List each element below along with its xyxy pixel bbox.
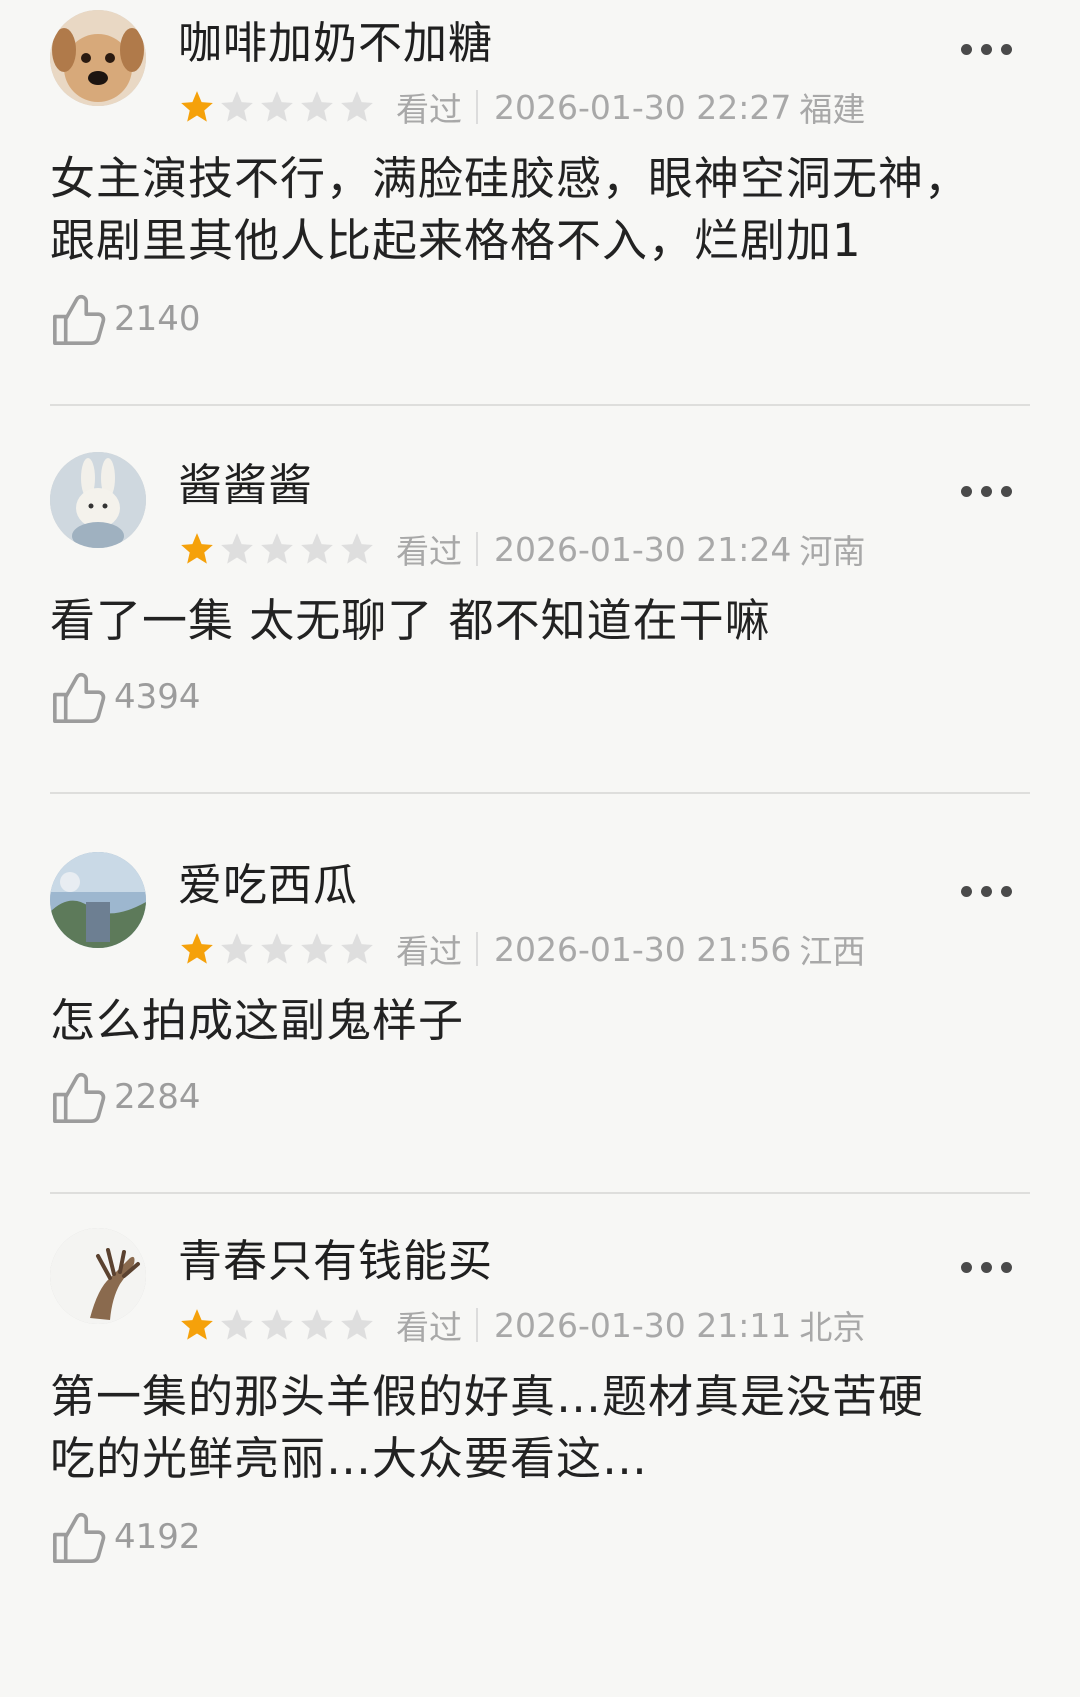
star-filled-icon [181, 533, 213, 564]
star-empty-icon [301, 91, 333, 122]
review-location: 福建 [799, 90, 866, 129]
review-location: 江西 [799, 932, 866, 971]
meta-divider [476, 90, 478, 124]
more-options-icon[interactable] [961, 44, 1012, 55]
star-rating [178, 530, 376, 568]
more-options-icon[interactable] [961, 886, 1012, 897]
review-comment: 看了一集 太无聊了 都不知道在干嘛 [50, 590, 1030, 652]
star-empty-icon [341, 1309, 373, 1340]
star-empty-icon [301, 1309, 333, 1340]
star-empty-icon [221, 91, 253, 122]
like-button[interactable]: 2284 [50, 1068, 201, 1126]
star-rating [178, 88, 376, 126]
review-meta: 看过 2026-01-30 21:11 北京 [178, 1300, 865, 1350]
star-empty-icon [261, 91, 293, 122]
star-empty-icon [261, 933, 293, 964]
review-datetime: 2026-01-30 21:11 [494, 1305, 792, 1345]
username[interactable]: 爱吃西瓜 [178, 856, 358, 916]
watched-label: 看过 [396, 1308, 462, 1347]
like-button[interactable]: 4192 [50, 1508, 201, 1566]
username[interactable]: 酱酱酱 [178, 456, 313, 516]
comment-line: 女主演技不行，满脸硅胶感，眼神空洞无神， [50, 152, 971, 205]
star-empty-icon [301, 933, 333, 964]
star-empty-icon [261, 1309, 293, 1340]
like-count: 2284 [114, 1077, 201, 1117]
review-comment: 第一集的那头羊假的好真…题材真是没苦硬 吃的光鲜亮丽…大众要看这… [50, 1366, 1030, 1490]
star-filled-icon [181, 1309, 213, 1340]
like-button[interactable]: 4394 [50, 668, 201, 726]
star-filled-icon [181, 933, 213, 964]
review-meta: 看过 2026-01-30 21:56 江西 [178, 924, 865, 974]
review-card: 酱酱酱 看过 2026-01-30 21:24 河南 看了一集 太无聊了 都不知… [50, 442, 1030, 848]
comment-line: 吃的光鲜亮丽…大众要看这… [50, 1432, 649, 1485]
review-card: 爱吃西瓜 看过 2026-01-30 21:56 江西 怎么拍成这副鬼样子 22… [50, 842, 1030, 1218]
meta-divider [476, 932, 478, 966]
thumbs-up-icon [53, 672, 106, 723]
star-filled-icon [181, 91, 213, 122]
star-empty-icon [341, 91, 373, 122]
divider [50, 404, 1030, 406]
thumbs-up-icon [53, 1512, 106, 1563]
avatar[interactable] [50, 1228, 146, 1324]
avatar[interactable] [50, 852, 146, 948]
comment-line: 跟剧里其他人比起来格格不入，烂剧加1 [50, 214, 862, 267]
review-card: 青春只有钱能买 看过 2026-01-30 21:11 北京 第一集的那头羊假的… [50, 1218, 1030, 1658]
avatar[interactable] [50, 452, 146, 548]
thumbs-up-icon [53, 294, 106, 345]
comment-line: 第一集的那头羊假的好真…题材真是没苦硬 [50, 1370, 925, 1423]
star-empty-icon [221, 1309, 253, 1340]
review-feed: 咖啡加奶不加糖 看过 2026-01-30 22:27 福建 女主演技不行，满脸… [0, 0, 1080, 1697]
comment-line: 看了一集 太无聊了 都不知道在干嘛 [50, 594, 771, 647]
divider [50, 792, 1030, 794]
more-options-icon[interactable] [961, 1262, 1012, 1273]
star-empty-icon [301, 533, 333, 564]
meta-divider [476, 532, 478, 566]
avatar[interactable] [50, 10, 146, 106]
star-empty-icon [221, 533, 253, 564]
like-button[interactable]: 2140 [50, 290, 201, 348]
review-card: 咖啡加奶不加糖 看过 2026-01-30 22:27 福建 女主演技不行，满脸… [50, 0, 1030, 420]
like-count: 4192 [114, 1517, 201, 1557]
more-options-icon[interactable] [961, 486, 1012, 497]
review-comment: 女主演技不行，满脸硅胶感，眼神空洞无神， 跟剧里其他人比起来格格不入，烂剧加1 [50, 148, 1030, 272]
review-comment: 怎么拍成这副鬼样子 [50, 990, 1030, 1052]
review-meta: 看过 2026-01-30 21:24 河南 [178, 524, 865, 574]
star-empty-icon [341, 933, 373, 964]
star-empty-icon [341, 533, 373, 564]
watched-label: 看过 [396, 932, 462, 971]
watched-label: 看过 [396, 532, 462, 571]
like-count: 2140 [114, 299, 201, 339]
review-datetime: 2026-01-30 21:56 [494, 929, 792, 969]
meta-divider [476, 1308, 478, 1342]
star-rating [178, 1306, 376, 1344]
star-empty-icon [261, 533, 293, 564]
review-meta: 看过 2026-01-30 22:27 福建 [178, 82, 865, 132]
watched-label: 看过 [396, 90, 462, 129]
star-empty-icon [221, 933, 253, 964]
comment-line: 怎么拍成这副鬼样子 [50, 994, 465, 1047]
review-datetime: 2026-01-30 21:24 [494, 529, 792, 569]
username[interactable]: 咖啡加奶不加糖 [178, 14, 493, 74]
review-datetime: 2026-01-30 22:27 [494, 87, 792, 127]
thumbs-up-icon [53, 1072, 106, 1123]
review-location: 河南 [799, 532, 866, 571]
star-rating [178, 930, 376, 968]
like-count: 4394 [114, 677, 201, 717]
username[interactable]: 青春只有钱能买 [178, 1232, 493, 1292]
review-location: 北京 [799, 1308, 866, 1347]
divider [50, 1192, 1030, 1194]
